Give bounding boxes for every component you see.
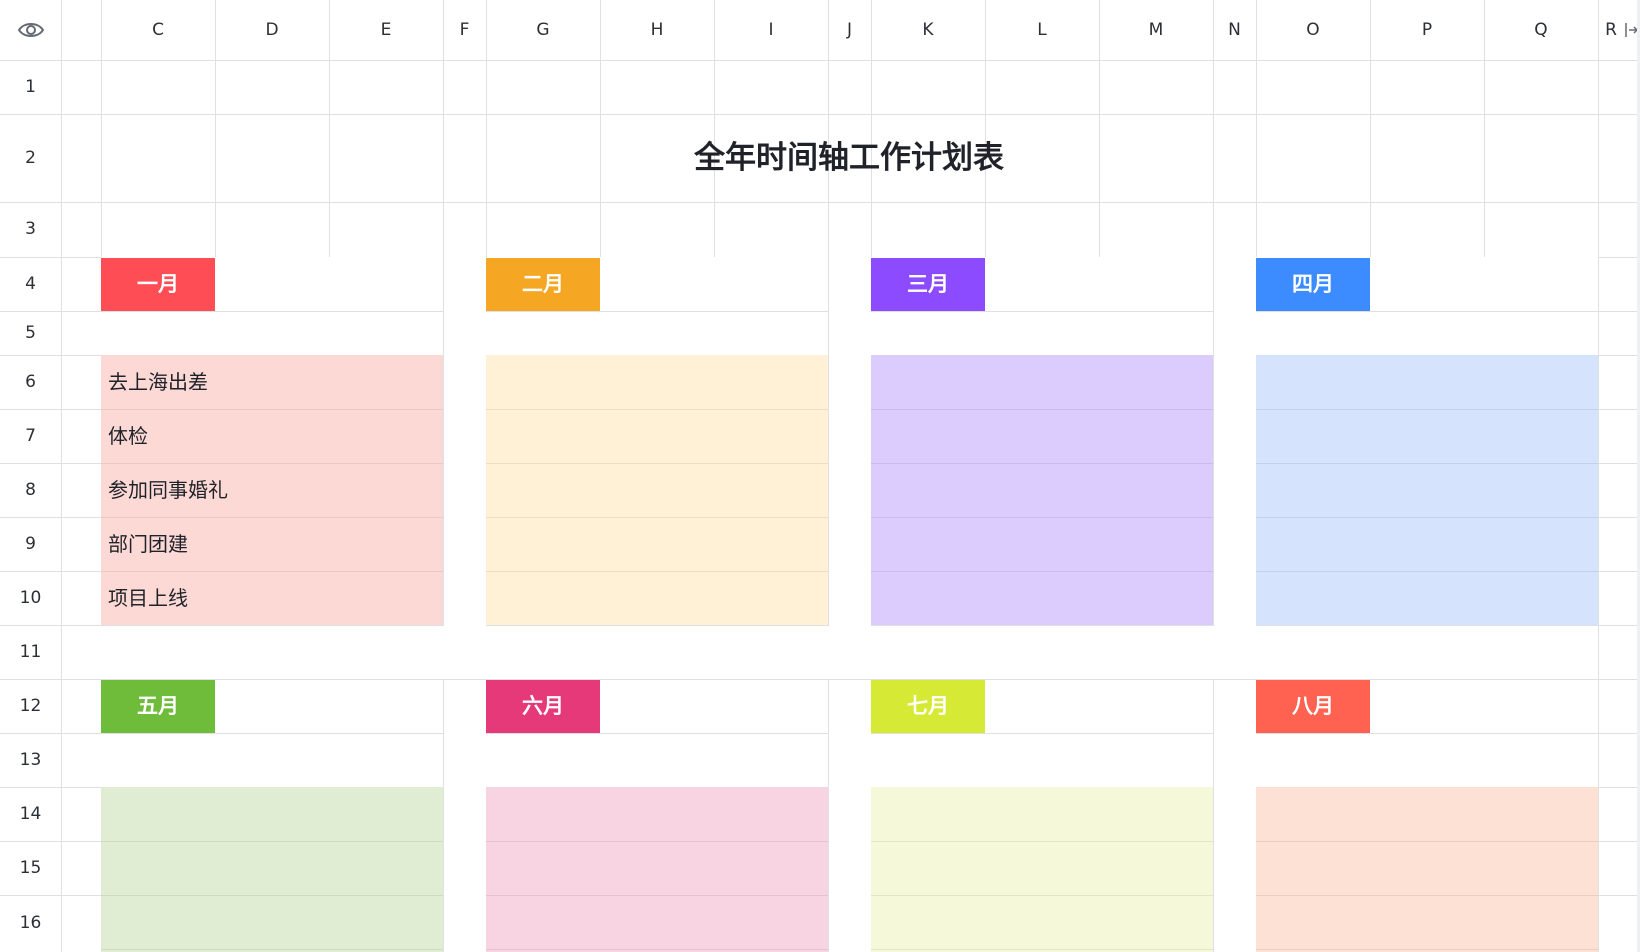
gap-column (1214, 257, 1256, 952)
month-block[interactable] (486, 787, 828, 952)
row-line (871, 571, 1213, 572)
row-header-5[interactable]: 5 (0, 311, 61, 355)
row-line (101, 949, 443, 950)
row-header-9[interactable]: 9 (0, 517, 61, 571)
row-line (1256, 463, 1598, 464)
column-header-l[interactable]: L (985, 0, 1099, 60)
month-block[interactable] (871, 787, 1213, 952)
month-block[interactable] (1256, 355, 1598, 625)
month-block[interactable] (486, 355, 828, 625)
row-line (871, 409, 1213, 410)
row-line (101, 841, 443, 842)
month-label[interactable]: 五月 (101, 680, 215, 733)
row-line (871, 949, 1213, 950)
row-header-10[interactable]: 10 (0, 571, 61, 625)
row-line (486, 841, 828, 842)
column-header-i[interactable]: I (714, 0, 828, 60)
row-11-band (101, 626, 1598, 679)
row-line (1256, 949, 1598, 950)
row-line (871, 733, 1213, 734)
month-label[interactable]: 七月 (871, 680, 985, 733)
row-line (1256, 517, 1598, 518)
row-line (486, 571, 828, 572)
month-label[interactable]: 八月 (1256, 680, 1370, 733)
column-header-p[interactable]: P (1370, 0, 1484, 60)
task-item[interactable]: 参加同事婚礼 (101, 463, 441, 517)
row-header-1[interactable]: 1 (0, 60, 61, 114)
row-line (1256, 733, 1598, 734)
row-header-11[interactable]: 11 (0, 625, 61, 679)
row-header-16[interactable]: 16 (0, 895, 61, 952)
row-line (871, 895, 1213, 896)
row-line (0, 60, 1640, 61)
sheet-title[interactable]: 全年时间轴工作计划表 (101, 114, 1597, 202)
row-line (1256, 311, 1598, 312)
column-header-h[interactable]: H (600, 0, 714, 60)
column-header-j[interactable]: J (828, 0, 871, 60)
column-header-m[interactable]: M (1099, 0, 1213, 60)
eye-icon[interactable] (16, 18, 46, 42)
column-header-d[interactable]: D (215, 0, 329, 60)
task-item[interactable]: 项目上线 (101, 571, 441, 625)
row-line (486, 463, 828, 464)
row-line (871, 517, 1213, 518)
month-label[interactable]: 二月 (486, 258, 600, 311)
row-line (486, 949, 828, 950)
row-line (871, 841, 1213, 842)
month-label[interactable]: 六月 (486, 680, 600, 733)
column-header-q[interactable]: Q (1484, 0, 1598, 60)
row-line (486, 517, 828, 518)
month-block[interactable] (1256, 787, 1598, 952)
row-line (1256, 841, 1598, 842)
column-header-o[interactable]: O (1256, 0, 1370, 60)
column-header-r[interactable]: R (1598, 0, 1624, 60)
row-header-8[interactable]: 8 (0, 463, 61, 517)
column-header-n[interactable]: N (1213, 0, 1256, 60)
col-line (61, 0, 62, 952)
task-item[interactable]: 部门团建 (101, 517, 441, 571)
task-item[interactable]: 体检 (101, 409, 441, 463)
month-label[interactable]: 三月 (871, 258, 985, 311)
row-header-2[interactable]: 2 (0, 114, 61, 202)
row-header-14[interactable]: 14 (0, 787, 61, 841)
row-header-6[interactable]: 6 (0, 355, 61, 409)
month-block[interactable] (101, 787, 443, 952)
row-line (101, 311, 443, 312)
row-header-15[interactable]: 15 (0, 841, 61, 895)
month-label[interactable]: 四月 (1256, 258, 1370, 311)
gap-column (444, 257, 486, 952)
row-line (0, 202, 1640, 203)
gap-column (829, 257, 871, 952)
row-header-7[interactable]: 7 (0, 409, 61, 463)
row-line (486, 409, 828, 410)
row-line (1256, 571, 1598, 572)
row-line (101, 733, 443, 734)
row-header-12[interactable]: 12 (0, 679, 61, 733)
row-header-4[interactable]: 4 (0, 257, 61, 311)
row-line (486, 733, 828, 734)
row-line (0, 679, 1640, 680)
column-header-f[interactable]: F (443, 0, 486, 60)
column-header-g[interactable]: G (486, 0, 600, 60)
column-header-k[interactable]: K (871, 0, 985, 60)
spreadsheet-grid[interactable]: CDEFGHIJKLMNOPQR 1 2 3 4 5 6 7 8 9 10 11 12 13 14 15 16… (0, 0, 1640, 952)
row-line (486, 311, 828, 312)
col-line (1598, 0, 1599, 952)
column-header-c[interactable]: C (101, 0, 215, 60)
row-header-13[interactable]: 13 (0, 733, 61, 787)
month-block[interactable] (871, 355, 1213, 625)
month-label[interactable]: 一月 (101, 258, 215, 311)
row-header-3[interactable]: 3 (0, 202, 61, 257)
column-header-e[interactable]: E (329, 0, 443, 60)
row-line (1256, 409, 1598, 410)
row-line (101, 895, 443, 896)
row-line (871, 463, 1213, 464)
freeze-pane-icon[interactable] (1624, 21, 1638, 39)
task-item[interactable]: 去上海出差 (101, 355, 441, 409)
row-line (486, 895, 828, 896)
row-line (1256, 895, 1598, 896)
row-line (871, 311, 1213, 312)
